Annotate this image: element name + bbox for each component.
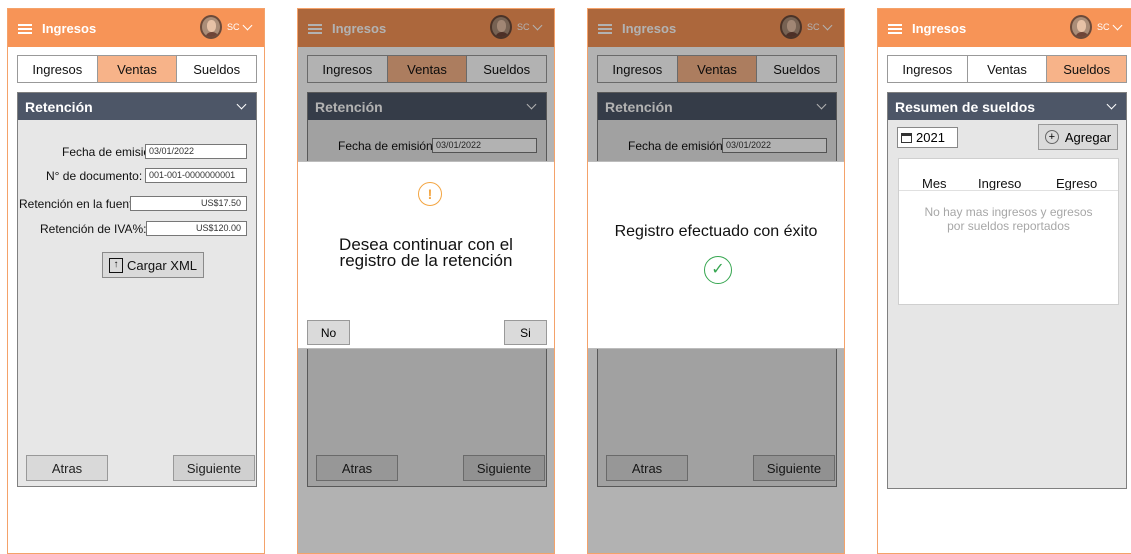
calendar-icon: [901, 132, 912, 143]
success-dialog: Registro efectuado con éxito ✓: [588, 161, 844, 349]
app-title: Ingresos: [42, 21, 97, 36]
confirm-message-line2: registro de la retención: [339, 251, 513, 270]
user-initials: SC: [1097, 22, 1110, 32]
screen-confirm-dialog: Ingresos SC Ingresos Ventas Sueldos Rete…: [297, 8, 555, 554]
add-button[interactable]: + Agregar: [1038, 124, 1118, 150]
upload-xml-button[interactable]: ↑ Cargar XML: [102, 252, 204, 278]
tab-ventas[interactable]: Ventas: [97, 56, 178, 82]
issue-date-field[interactable]: 03/01/2022: [145, 144, 247, 159]
next-button[interactable]: Siguiente: [173, 455, 255, 481]
yes-button[interactable]: Si: [504, 320, 547, 345]
confirm-message: Desea continuar con el registro de la re…: [298, 236, 554, 270]
avatar[interactable]: [200, 15, 222, 39]
user-initials: SC: [227, 22, 240, 32]
empty-line2: por sueldos reportados: [947, 219, 1070, 233]
top-bar: Ingresos SC: [8, 9, 264, 47]
tabs: Ingresos Ventas Sueldos: [17, 55, 257, 83]
add-label: Agregar: [1064, 129, 1112, 145]
column-egreso: Egreso: [1056, 176, 1098, 191]
chevron-down-icon[interactable]: [1106, 99, 1117, 110]
table-divider: [899, 190, 1118, 191]
tab-sueldos[interactable]: Sueldos: [177, 56, 256, 82]
menu-icon[interactable]: [888, 24, 902, 34]
tab-sueldos[interactable]: Sueldos: [1047, 56, 1127, 82]
back-button[interactable]: Atras: [26, 455, 108, 481]
vat-retention-field[interactable]: US$120.00: [146, 221, 247, 236]
tab-ventas[interactable]: Ventas: [968, 56, 1048, 82]
tab-ingresos[interactable]: Ingresos: [888, 56, 968, 82]
retention-card: Retención Fecha de emisión: 03/01/2022 N…: [17, 92, 257, 487]
column-mes: Mes: [922, 176, 947, 191]
chevron-down-icon[interactable]: [1112, 20, 1123, 31]
plus-icon: +: [1044, 130, 1059, 144]
tabs: Ingresos Ventas Sueldos: [887, 55, 1127, 83]
app-title: Ingresos: [912, 21, 967, 36]
upload-xml-label: Cargar XML: [126, 257, 198, 273]
chevron-down-icon[interactable]: [242, 20, 253, 31]
doc-number-field[interactable]: 001-001-0000000001: [145, 168, 247, 183]
menu-icon[interactable]: [18, 24, 32, 34]
screen-success-dialog: Ingresos SC Ingresos Ventas Sueldos Rete…: [587, 8, 845, 554]
empty-line1: No hay mas ingresos y egresos: [924, 205, 1093, 219]
payroll-header[interactable]: Resumen de sueldos: [888, 93, 1126, 120]
chevron-down-icon[interactable]: [236, 99, 247, 110]
screen-retention-form: Ingresos SC Ingresos Ventas Sueldos Rete…: [7, 8, 265, 554]
column-ingreso: Ingreso: [978, 176, 1022, 191]
vat-retention-label: Retención de IVA%:: [40, 222, 147, 236]
avatar[interactable]: [1070, 15, 1092, 39]
no-button[interactable]: No: [307, 320, 350, 345]
retention-title: Retención: [25, 99, 93, 115]
warning-icon: !: [418, 182, 442, 206]
year-selector[interactable]: 2021: [897, 127, 958, 148]
empty-message: No hay mas ingresos y egresos por sueldo…: [899, 205, 1118, 233]
source-retention-field[interactable]: US$17.50: [130, 196, 247, 211]
payroll-summary-card: Resumen de sueldos 2021 + Agregar Mes In…: [887, 92, 1127, 489]
source-retention-label: Retención en la fuente:: [19, 197, 143, 211]
confirm-dialog: ! Desea continuar con el registro de la …: [298, 161, 554, 349]
retention-header[interactable]: Retención: [18, 93, 256, 120]
upload-icon: ↑: [108, 257, 123, 273]
payroll-title: Resumen de sueldos: [895, 99, 1036, 115]
payroll-table: Mes Ingreso Egreso No hay mas ingresos y…: [898, 158, 1119, 305]
check-icon: ✓: [704, 256, 732, 284]
screen-payroll-summary: Ingresos SC Ingresos Ventas Sueldos Resu…: [877, 8, 1131, 554]
doc-number-label: N° de documento:: [46, 169, 143, 183]
year-value: 2021: [916, 130, 945, 145]
top-bar: Ingresos SC: [878, 9, 1131, 47]
tab-ingresos[interactable]: Ingresos: [18, 56, 98, 82]
success-message: Registro efectuado con éxito: [614, 223, 818, 240]
